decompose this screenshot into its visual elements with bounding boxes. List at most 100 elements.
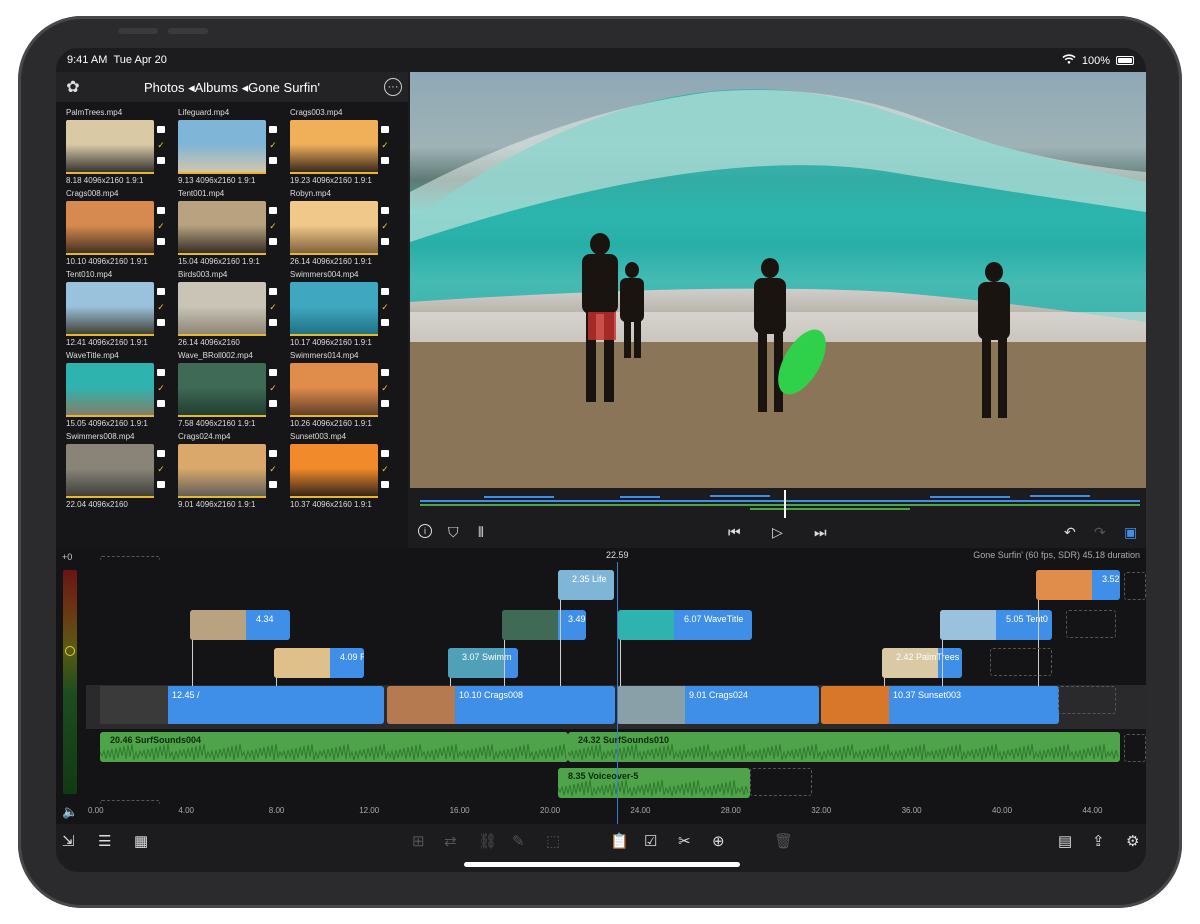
ruler-tick-label: 0.00 — [88, 806, 104, 815]
library-clip[interactable]: Crags003.mp4 19.23 4096x2160 1.9:1 ✓ — [288, 108, 392, 188]
library-clip[interactable]: Crags024.mp4 9.01 4096x2160 1.9:1 ✓ — [176, 432, 280, 512]
library-clip[interactable]: Tent010.mp4 12.41 4096x2160 1.9:1 ✓ — [64, 270, 168, 350]
clip-label: 3.52 Swimmers — [1102, 574, 1120, 584]
library-clip[interactable]: Wave_BRoll002.mp4 7.58 4096x2160 1.9:1 ✓ — [176, 351, 280, 431]
playhead[interactable] — [617, 562, 618, 824]
check-icon: ✓ — [157, 221, 165, 231]
empty-slot[interactable] — [990, 648, 1052, 676]
video-preview[interactable] — [410, 72, 1146, 488]
import-icon[interactable]: ⇲ — [62, 832, 75, 850]
clip-used-bar — [66, 496, 154, 498]
clip-name: Crags008.mp4 — [66, 189, 119, 198]
play-icon[interactable]: ▷ — [772, 524, 783, 541]
library-clip[interactable]: Birds003.mp4 26.14 4096x2160 ✓ — [176, 270, 280, 350]
marker-icon[interactable]: ⛉ — [448, 524, 459, 541]
clip-used-bar — [66, 334, 154, 336]
audio-icon — [269, 481, 277, 488]
link-icon[interactable]: ⛓ — [478, 832, 497, 850]
ruler-tick-label: 4.00 — [178, 806, 194, 815]
fullscreen-icon[interactable]: ▣ — [1124, 524, 1137, 541]
clip-status: ✓ — [380, 365, 390, 411]
library-clip[interactable]: Robyn.mp4 26.14 4096x2160 1.9:1 ✓ — [288, 189, 392, 269]
empty-slot[interactable] — [1066, 610, 1116, 638]
checkbox-icon[interactable]: ☑ — [644, 832, 657, 850]
speaker-icon[interactable]: 🔈 — [62, 804, 78, 820]
clip-connector — [504, 640, 505, 686]
timeline[interactable]: +0 🔈 22.59 Gone Surfin' (60 fps, SDR) 45… — [56, 548, 1146, 824]
clip-name: Swimmers014.mp4 — [290, 351, 359, 360]
overlay-clip[interactable]: 5.05 Tent0 — [940, 610, 1052, 640]
pencil-icon[interactable]: ✎ — [512, 832, 525, 850]
flower-menu-icon[interactable]: ✿ — [62, 76, 84, 98]
keyframe-icon[interactable]: ⬚ — [546, 832, 560, 850]
skip-back-icon[interactable]: ⏮ — [728, 524, 741, 541]
library-clip[interactable]: PalmTrees.mp4 8.18 4096x2160 1.9:1 ✓ — [64, 108, 168, 188]
undo-icon[interactable]: ↶ — [1064, 524, 1076, 541]
layout-icon[interactable]: ▤ — [1058, 832, 1072, 850]
overlay-clip[interactable]: 2.42 PalmTrees — [882, 648, 962, 678]
main-clip[interactable]: 9.01 Crags024 — [617, 686, 819, 724]
clip-thumbnail — [387, 686, 455, 724]
info-icon[interactable]: i — [418, 524, 432, 538]
add-icon[interactable]: ⊕ — [712, 832, 725, 850]
overlay-clip[interactable]: 3.49 Wave_BRo — [502, 610, 586, 640]
main-clip[interactable]: 10.37 Sunset003 — [821, 686, 1059, 724]
clip-thumbnail — [178, 282, 266, 336]
home-indicator[interactable] — [464, 862, 740, 867]
insert-icon[interactable]: ⊞ — [412, 832, 425, 850]
redo-icon[interactable]: ↷ — [1094, 524, 1106, 541]
settings-icon[interactable]: ⚙ — [1126, 832, 1139, 850]
library-clip[interactable]: Swimmers008.mp4 22.04 4096x2160 ✓ — [64, 432, 168, 512]
clip-name: Swimmers004.mp4 — [290, 270, 359, 279]
clipboard-icon[interactable]: 📋 — [610, 832, 629, 850]
clip-used-bar — [290, 415, 378, 417]
scrubber[interactable] — [410, 490, 1146, 520]
empty-slot[interactable] — [100, 556, 160, 560]
audio-clip[interactable]: 8.35 Voiceover-5 — [558, 768, 750, 798]
library-clip[interactable]: WaveTitle.mp4 15.05 4096x2160 1.9:1 ✓ — [64, 351, 168, 431]
scissors-icon[interactable]: ✂ — [678, 832, 691, 850]
hdr-icon — [157, 369, 165, 376]
skip-forward-icon[interactable]: ⏭ — [814, 524, 827, 541]
library-clip[interactable]: Crags008.mp4 10.10 4096x2160 1.9:1 ✓ — [64, 189, 168, 269]
audio-clip[interactable]: 20.46 SurfSounds004 — [100, 732, 568, 762]
hdr-icon — [157, 207, 165, 214]
audio-icon — [381, 481, 389, 488]
overlay-clip[interactable]: 4.34 — [190, 610, 290, 640]
ruler-tick-label: 40.00 — [992, 806, 1013, 815]
main-clip[interactable]: 10.10 Crags008 — [387, 686, 615, 724]
clip-name: Crags024.mp4 — [178, 432, 231, 441]
replace-icon[interactable]: ⇄ — [444, 832, 457, 850]
clip-name: Crags003.mp4 — [290, 108, 343, 117]
list-icon[interactable]: ☰ — [98, 832, 111, 850]
empty-slot[interactable] — [1124, 572, 1146, 600]
library-clip[interactable]: Swimmers014.mp4 10.26 4096x2160 1.9:1 ✓ — [288, 351, 392, 431]
clip-thumbnail — [274, 648, 330, 678]
breadcrumb[interactable]: Photos ◂Albums ◂Gone Surfin' — [120, 80, 344, 96]
library-clip[interactable]: Swimmers004.mp4 10.17 4096x2160 1.9:1 ✓ — [288, 270, 392, 350]
main-clip[interactable]: 12.45 / — [100, 686, 384, 724]
clip-name: Lifeguard.mp4 — [178, 108, 230, 117]
overlay-clip[interactable]: 3.52 Swimmers — [1036, 570, 1120, 600]
overlay-clip[interactable]: 3.07 Swimm — [448, 648, 518, 678]
library-clip[interactable]: Tent001.mp4 15.04 4096x2160 1.9:1 ✓ — [176, 189, 280, 269]
overlay-clip[interactable]: 2.35 Life — [558, 570, 614, 600]
overlay-clip[interactable]: 4.09 R — [274, 648, 364, 678]
trash-icon[interactable]: 🗑 — [774, 832, 793, 850]
time-ruler[interactable]: 0.00 4.00 8.00 12.00 16.00 20.00 24.00 28.00 32.… — [86, 804, 1146, 824]
more-icon[interactable]: ··· — [384, 78, 402, 96]
empty-slot[interactable] — [1124, 734, 1146, 762]
grid-icon[interactable]: ▦ — [134, 832, 148, 850]
empty-slot[interactable] — [1058, 686, 1116, 714]
empty-slot[interactable] — [750, 768, 812, 796]
clip-connector — [620, 640, 621, 686]
clip-info: 10.26 4096x2160 1.9:1 — [290, 419, 372, 428]
audio-add-icon[interactable]: ⫴ — [478, 524, 484, 541]
audio-clip[interactable]: 24.32 SurfSounds010 — [568, 732, 1120, 762]
clip-name: Swimmers008.mp4 — [66, 432, 135, 441]
overlay-clip[interactable]: 6.07 WaveTitle — [618, 610, 752, 640]
library-clip[interactable]: Lifeguard.mp4 9.13 4096x2160 1.9:1 ✓ — [176, 108, 280, 188]
share-icon[interactable]: ⇪ — [1092, 832, 1105, 850]
library-clip[interactable]: Sunset003.mp4 10.37 4096x2160 1.9:1 ✓ — [288, 432, 392, 512]
clip-used-bar — [290, 172, 378, 174]
